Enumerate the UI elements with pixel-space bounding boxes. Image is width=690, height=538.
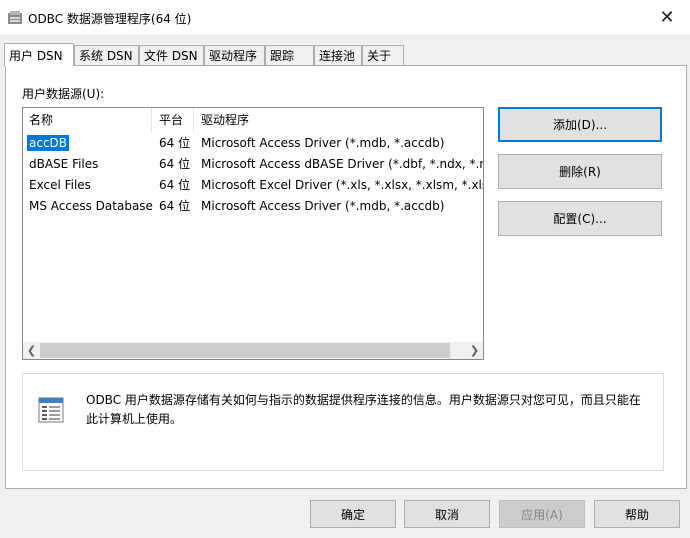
list-item[interactable]: dBASE Files 64 位 Microsoft Access dBASE … [23, 154, 483, 175]
scrollbar-thumb[interactable] [40, 343, 450, 358]
odbc-app-icon [8, 11, 22, 24]
dsn-driver: Microsoft Access Driver (*.mdb, *.accdb) [201, 199, 445, 213]
dsn-name: accDB [23, 133, 153, 154]
list-item[interactable]: Excel Files 64 位 Microsoft Excel Driver … [23, 175, 483, 196]
dsn-platform: 64 位 [159, 157, 191, 171]
horizontal-scrollbar[interactable]: ❮ ❯ [23, 342, 483, 359]
tab-label: 关于 [367, 49, 392, 63]
tab-strip: 用户 DSN 系统 DSN 文件 DSN 驱动程序 跟踪 连接池 关于 [4, 43, 684, 66]
scroll-right-icon[interactable]: ❯ [466, 342, 483, 359]
tab-system-dsn[interactable]: 系统 DSN [74, 45, 139, 65]
apply-button[interactable]: 应用(A) [499, 500, 585, 528]
dsn-name: Excel Files [29, 178, 91, 192]
tab-label: 系统 DSN [79, 49, 133, 63]
column-header-driver[interactable]: 驱动程序 [195, 108, 483, 132]
tab-tracing[interactable]: 跟踪 [265, 45, 314, 65]
dsn-driver: Microsoft Access dBASE Driver (*.dbf, *.… [201, 157, 483, 171]
tab-about[interactable]: 关于 [362, 45, 404, 65]
tab-label: 连接池 [319, 49, 356, 63]
dsn-platform: 64 位 [159, 178, 191, 192]
dsn-platform: 64 位 [159, 136, 191, 150]
scroll-left-icon[interactable]: ❮ [23, 342, 40, 359]
close-icon: ✕ [659, 7, 675, 28]
tab-label: 文件 DSN [144, 49, 198, 63]
tab-user-dsn[interactable]: 用户 DSN [4, 43, 74, 66]
list-item[interactable]: accDB 64 位 Microsoft Access Driver (*.md… [23, 133, 483, 154]
tab-label: 驱动程序 [209, 49, 258, 63]
info-box: ODBC 用户数据源存储有关如何与指示的数据提供程序连接的信息。用户数据源只对您… [22, 373, 664, 471]
window-title: ODBC 数据源管理程序(64 位) [28, 12, 192, 26]
tab-connection-pooling[interactable]: 连接池 [314, 45, 362, 65]
list-item[interactable]: MS Access Database 64 位 Microsoft Access… [23, 196, 483, 217]
dsn-driver: Microsoft Access Driver (*.mdb, *.accdb) [201, 136, 445, 150]
tab-label: 跟踪 [270, 49, 295, 63]
column-header-name[interactable]: 名称 [23, 108, 152, 132]
ok-button[interactable]: 确定 [310, 500, 396, 528]
dsn-name-text: accDB [27, 135, 70, 151]
tab-label: 用户 DSN [9, 48, 63, 63]
user-data-sources-label: 用户数据源(U): [22, 87, 105, 101]
info-text: ODBC 用户数据源存储有关如何与指示的数据提供程序连接的信息。用户数据源只对您… [86, 393, 641, 426]
tab-drivers[interactable]: 驱动程序 [204, 45, 265, 65]
list-header: 名称 平台 驱动程序 [23, 108, 483, 132]
close-button[interactable]: ✕ [644, 0, 690, 35]
tab-file-dsn[interactable]: 文件 DSN [139, 45, 204, 65]
dsn-platform: 64 位 [159, 199, 191, 213]
help-button[interactable]: 帮助 [594, 500, 680, 528]
remove-button[interactable]: 删除(R) [498, 154, 662, 189]
cancel-button[interactable]: 取消 [404, 500, 490, 528]
add-button[interactable]: 添加(D)... [498, 107, 662, 142]
data-source-info-icon [38, 397, 64, 423]
data-source-list[interactable]: 名称 平台 驱动程序 accDB 64 位 Microsoft Access D… [22, 107, 484, 360]
dsn-name: dBASE Files [29, 157, 99, 171]
title-bar: ODBC 数据源管理程序(64 位) ✕ [0, 0, 690, 36]
dsn-name: MS Access Database [29, 199, 153, 213]
configure-button[interactable]: 配置(C)... [498, 201, 662, 236]
tab-panel-user-dsn: 用户数据源(U): 名称 平台 驱动程序 accDB 64 位 Microsof… [5, 65, 687, 489]
column-header-platform[interactable]: 平台 [153, 108, 194, 132]
dsn-driver: Microsoft Excel Driver (*.xls, *.xlsx, *… [201, 178, 483, 192]
